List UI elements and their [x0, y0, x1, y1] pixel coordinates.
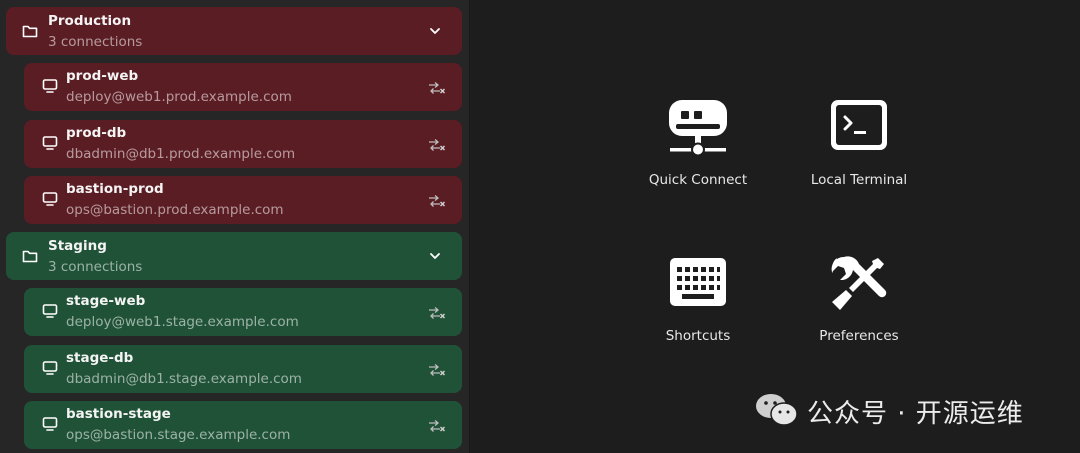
monitor-icon [42, 192, 58, 206]
host-address: ops@bastion.prod.example.com [66, 202, 284, 218]
disconnect-icon[interactable] [428, 363, 446, 377]
tile-label: Preferences [819, 328, 899, 344]
monitor-icon [42, 79, 58, 93]
tile-label: Quick Connect [648, 172, 748, 188]
host-address: dbadmin@db1.stage.example.com [66, 371, 302, 387]
disconnect-icon[interactable] [428, 194, 446, 208]
welcome-panel: Quick Connect Local Terminal Shortcuts P… [470, 0, 1080, 453]
disconnect-icon[interactable] [428, 306, 446, 320]
chevron-down-icon[interactable] [428, 250, 442, 262]
host-row-stage-web[interactable]: stage-web deploy@web1.stage.example.com [24, 288, 462, 336]
preferences-button[interactable]: Preferences [779, 254, 939, 364]
group-header-staging[interactable]: Staging 3 connections [6, 232, 462, 280]
keyboard-icon [670, 258, 726, 306]
watermark-text: 公众号 · 开源运维 [807, 399, 1024, 429]
terminal-icon [831, 100, 887, 150]
group-header-production[interactable]: Production 3 connections [6, 7, 462, 55]
quick-connect-button[interactable]: Quick Connect [618, 98, 778, 208]
group-count: 3 connections [48, 34, 143, 50]
local-terminal-button[interactable]: Local Terminal [779, 98, 939, 208]
disconnect-icon[interactable] [428, 138, 446, 152]
tile-label: Local Terminal [810, 172, 908, 188]
folder-icon [22, 250, 38, 263]
host-address: deploy@web1.prod.example.com [66, 89, 292, 105]
host-row-bastion-stage[interactable]: bastion-stage ops@bastion.stage.example.… [24, 401, 462, 449]
host-address: deploy@web1.stage.example.com [66, 314, 299, 330]
host-name: prod-db [66, 125, 127, 141]
group-name: Production [48, 13, 132, 29]
host-row-prod-web[interactable]: prod-web deploy@web1.prod.example.com [24, 63, 462, 111]
monitor-icon [42, 304, 58, 318]
tile-label: Shortcuts [665, 328, 731, 344]
group-count: 3 connections [48, 259, 143, 275]
wechat-icon [756, 394, 798, 426]
host-row-bastion-prod[interactable]: bastion-prod ops@bastion.prod.example.co… [24, 176, 462, 224]
host-row-stage-db[interactable]: stage-db dbadmin@db1.stage.example.com [24, 345, 462, 393]
host-name: stage-db [66, 350, 134, 366]
host-name: bastion-stage [66, 406, 171, 422]
host-row-prod-db[interactable]: prod-db dbadmin@db1.prod.example.com [24, 120, 462, 168]
host-name: stage-web [66, 293, 146, 309]
connections-sidebar: Production 3 connections prod-web deploy… [0, 0, 470, 453]
chevron-down-icon[interactable] [428, 25, 442, 37]
monitor-icon [42, 361, 58, 375]
folder-icon [22, 25, 38, 38]
host-name: prod-web [66, 68, 139, 84]
network-server-icon [669, 100, 727, 157]
watermark: 公众号 · 开源运维 [755, 392, 1055, 429]
disconnect-icon[interactable] [428, 81, 446, 95]
monitor-icon [42, 136, 58, 150]
host-address: ops@bastion.stage.example.com [66, 427, 291, 443]
tools-icon [831, 256, 887, 310]
shortcuts-button[interactable]: Shortcuts [618, 254, 778, 364]
host-address: dbadmin@db1.prod.example.com [66, 146, 296, 162]
host-name: bastion-prod [66, 181, 164, 197]
disconnect-icon[interactable] [428, 419, 446, 433]
group-name: Staging [48, 238, 107, 254]
monitor-icon [42, 417, 58, 431]
